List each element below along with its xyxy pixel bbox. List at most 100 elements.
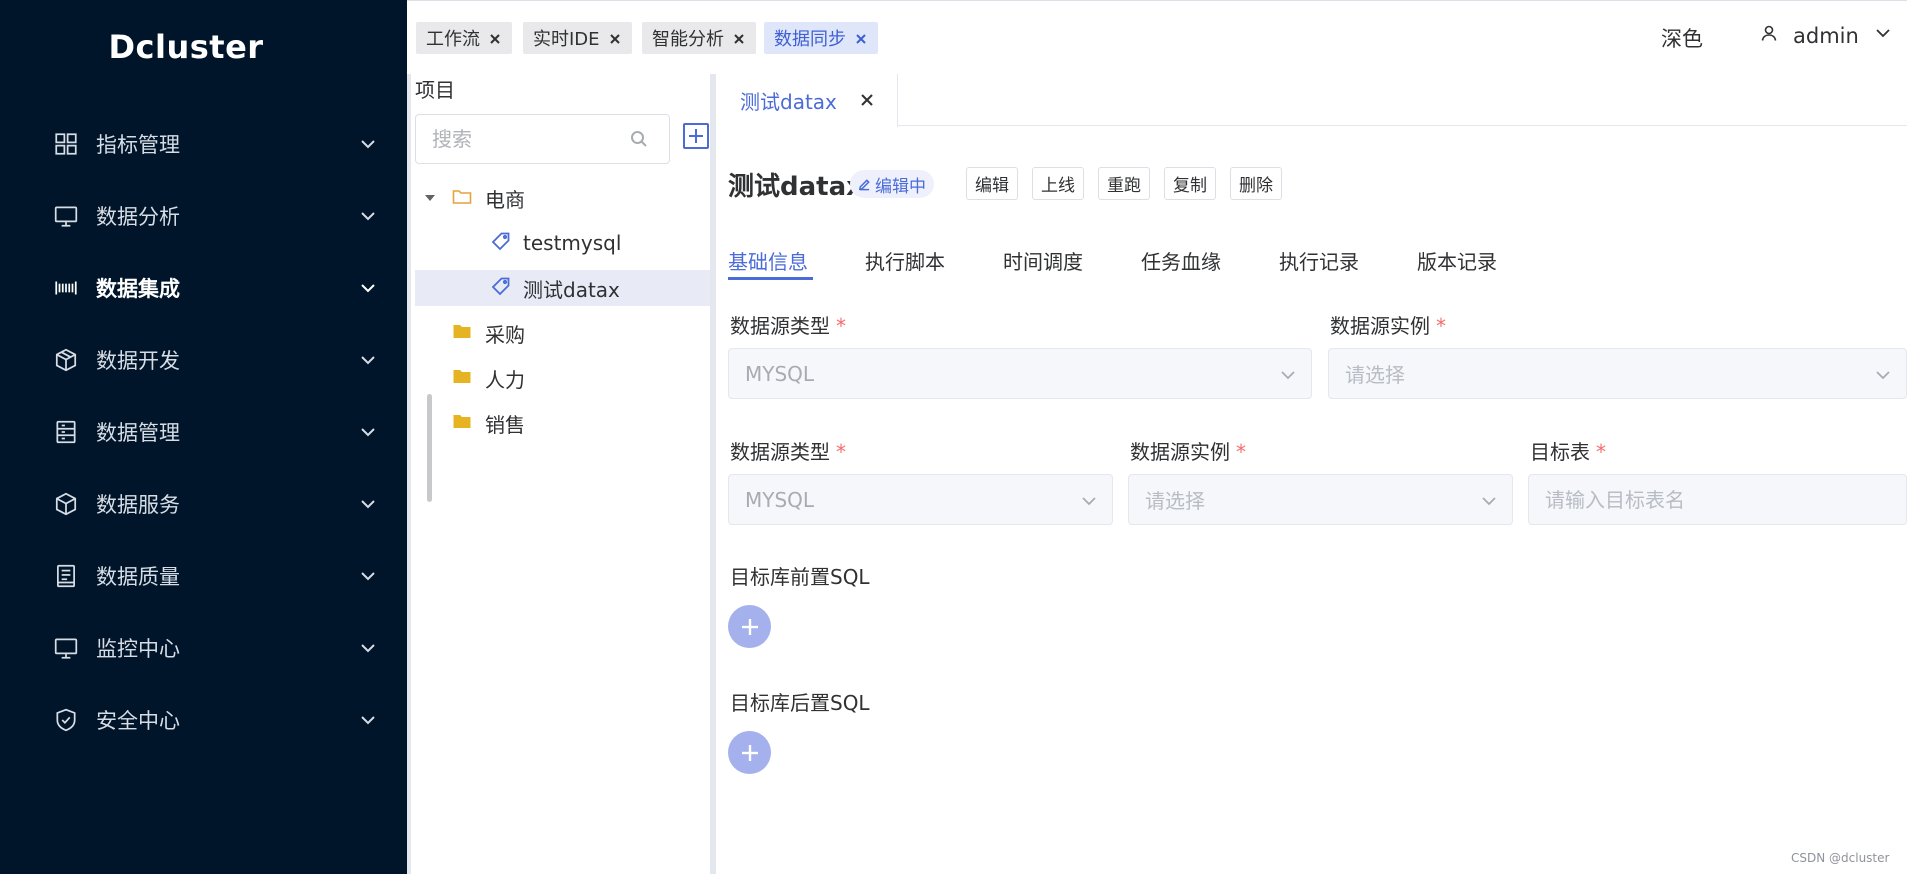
source-instance-select[interactable]: 请选择 <box>1328 348 1907 399</box>
sidebar-item-security[interactable]: 安全中心 <box>0 684 407 756</box>
tag-icon <box>491 276 511 301</box>
sidebar-item-data-management[interactable]: 数据管理 <box>0 396 407 468</box>
target-table-input[interactable] <box>1528 474 1907 525</box>
monitor-icon <box>52 634 80 662</box>
target-table-label: 目标表 * <box>1530 436 1606 465</box>
tag-icon <box>491 231 511 256</box>
sidebar-item-label: 数据集成 <box>96 277 180 301</box>
editor-tab-label: 测试datax <box>740 90 837 114</box>
required-mark: * <box>1436 314 1446 338</box>
tab-exec-history[interactable]: 执行记录 <box>1279 246 1359 275</box>
sidebar-item-data-quality[interactable]: 数据质量 <box>0 540 407 612</box>
sidebar-item-label: 数据服务 <box>96 493 180 517</box>
pre-sql-label: 目标库前置SQL <box>730 565 870 589</box>
chevron-down-icon <box>358 278 378 298</box>
sidebar-item-data-service[interactable]: 数据服务 <box>0 468 407 540</box>
tree-node-label: 测试datax <box>523 277 620 302</box>
sidebar-item-data-development[interactable]: 数据开发 <box>0 324 407 396</box>
tab-version-history[interactable]: 版本记录 <box>1417 246 1497 275</box>
add-post-sql-button[interactable] <box>728 731 771 774</box>
add-project-button[interactable] <box>683 123 709 149</box>
tree-folder-sales[interactable]: 销售 <box>415 405 717 441</box>
select-placeholder: 请选择 <box>1345 363 1405 387</box>
user-menu[interactable]: admin <box>1759 23 1893 48</box>
close-icon[interactable] <box>608 30 624 46</box>
sidebar-item-label: 数据开发 <box>96 349 180 373</box>
status-text: 编辑中 <box>875 176 926 197</box>
tab-exec-script[interactable]: 执行脚本 <box>865 246 945 275</box>
label-text: 数据源实例 <box>1330 314 1430 338</box>
target-type-select[interactable]: MYSQL <box>728 474 1113 525</box>
folder-icon <box>451 410 473 437</box>
sidebar-menu: 指标管理 数据分析 数据集成 数据开发 数据管理 数据服务 数据质量 监控中心 … <box>0 108 407 756</box>
target-instance-select[interactable]: 请选择 <box>1128 474 1513 525</box>
add-pre-sql-button[interactable] <box>728 605 771 648</box>
tab-label: 工作流 <box>426 29 480 50</box>
monitor-icon <box>52 202 80 230</box>
watermark: CSDN @dcluster <box>1791 851 1890 865</box>
delete-button[interactable]: 删除 <box>1230 167 1282 200</box>
sidebar-item-data-analysis[interactable]: 数据分析 <box>0 180 407 252</box>
edit-button[interactable]: 编辑 <box>966 167 1018 200</box>
sidebar-item-label: 数据管理 <box>96 421 180 445</box>
tab-schedule[interactable]: 时间调度 <box>1003 246 1083 275</box>
tree-folder-ecommerce[interactable]: 电商 <box>415 180 717 216</box>
rerun-button[interactable]: 重跑 <box>1098 167 1150 200</box>
tab-label: 智能分析 <box>652 29 724 50</box>
sidebar-item-label: 指标管理 <box>96 133 180 157</box>
tree-node-label: 销售 <box>485 412 525 437</box>
target-type-label: 数据源类型 * <box>730 436 846 465</box>
username: admin <box>1793 23 1859 48</box>
select-value: MYSQL <box>745 361 815 386</box>
caret-down-icon[interactable] <box>423 186 437 210</box>
tree-folder-procurement[interactable]: 采购 <box>415 315 717 351</box>
tab-workflow[interactable]: 工作流 <box>416 22 512 54</box>
source-type-select[interactable]: MYSQL <box>728 348 1312 399</box>
folder-open-icon <box>451 185 473 212</box>
chevron-down-icon <box>358 638 378 658</box>
plus-icon <box>741 618 758 635</box>
chevron-down-icon <box>1873 23 1893 48</box>
cube-icon <box>52 346 80 374</box>
tab-basic-info[interactable]: 基础信息 <box>728 246 808 275</box>
close-icon[interactable] <box>488 30 504 46</box>
required-mark: * <box>836 440 846 464</box>
sidebar-item-label: 监控中心 <box>96 637 180 661</box>
required-mark: * <box>1596 440 1606 464</box>
tree-node-label: 电商 <box>485 187 525 212</box>
task-title: 测试datax <box>728 172 863 202</box>
tab-data-sync[interactable]: 数据同步 <box>764 22 878 54</box>
label-text: 数据源类型 <box>730 314 830 338</box>
panel-title: 项目 <box>415 78 455 102</box>
tree-node-testmysql[interactable]: testmysql <box>415 225 717 261</box>
tab-lineage[interactable]: 任务血缘 <box>1141 246 1221 275</box>
close-icon[interactable] <box>859 89 875 113</box>
online-button[interactable]: 上线 <box>1032 167 1084 200</box>
plus-icon <box>741 744 758 761</box>
theme-toggle[interactable]: 深色 <box>1661 23 1703 53</box>
editor-tab-test-datax[interactable]: 测试datax <box>716 74 898 127</box>
select-placeholder: 请选择 <box>1145 489 1205 513</box>
chevron-down-icon <box>358 350 378 370</box>
barcode-icon <box>52 274 80 302</box>
user-icon <box>1759 23 1779 48</box>
label-text: 数据源实例 <box>1130 440 1230 464</box>
status-badge: 编辑中 <box>850 170 934 198</box>
sidebar-item-label: 数据质量 <box>96 565 180 589</box>
chevron-down-icon <box>358 206 378 226</box>
sidebar-item-label: 安全中心 <box>96 709 180 733</box>
sidebar-item-monitoring[interactable]: 监控中心 <box>0 612 407 684</box>
tree-folder-hr[interactable]: 人力 <box>415 360 717 396</box>
close-icon[interactable] <box>854 30 870 46</box>
project-panel: 项目 电商 testmysql 测试datax 采购 人力 销售 <box>407 74 717 874</box>
tab-smart-analysis[interactable]: 智能分析 <box>642 22 756 54</box>
sidebar-item-metrics[interactable]: 指标管理 <box>0 108 407 180</box>
search-icon[interactable] <box>629 129 651 151</box>
chevron-down-icon <box>358 710 378 730</box>
tree-node-test-datax[interactable]: 测试datax <box>415 270 717 306</box>
copy-button[interactable]: 复制 <box>1164 167 1216 200</box>
tab-realtime-ide[interactable]: 实时IDE <box>523 22 632 54</box>
sidebar-item-data-integration[interactable]: 数据集成 <box>0 252 407 324</box>
close-icon[interactable] <box>732 30 748 46</box>
tab-label: 数据同步 <box>774 29 846 50</box>
